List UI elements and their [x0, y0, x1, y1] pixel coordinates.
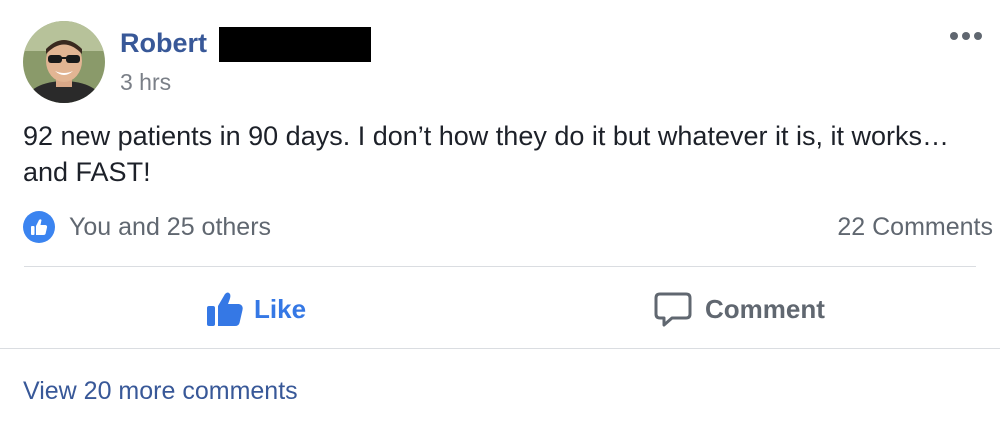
redacted-surname	[219, 27, 371, 62]
comment-button-label: Comment	[705, 293, 825, 324]
thumbs-up-icon	[207, 292, 243, 326]
avatar[interactable]	[23, 21, 105, 103]
speech-bubble-icon	[654, 292, 692, 327]
like-button-label: Like	[254, 293, 307, 324]
divider	[24, 266, 976, 267]
post-timestamp[interactable]: 3 hrs	[120, 68, 171, 96]
comment-button[interactable]: Comment	[654, 286, 825, 332]
author-name[interactable]: Robert	[120, 26, 207, 60]
avatar-image	[23, 21, 105, 103]
reactions-summary[interactable]: You and 25 others	[69, 212, 271, 242]
post-card: Robert 3 hrs 92 new patients in 90 days.…	[0, 0, 1000, 434]
like-reaction-icon[interactable]	[23, 211, 55, 243]
thumbs-up-icon	[31, 219, 48, 235]
comments-count[interactable]: 22 Comments	[837, 212, 993, 242]
divider	[0, 348, 1000, 349]
like-button[interactable]: Like	[206, 286, 306, 332]
post-text: 92 new patients in 90 days. I don’t how …	[23, 121, 949, 187]
more-options-icon[interactable]	[948, 28, 984, 44]
view-more-comments-link[interactable]: View 20 more comments	[23, 375, 298, 407]
